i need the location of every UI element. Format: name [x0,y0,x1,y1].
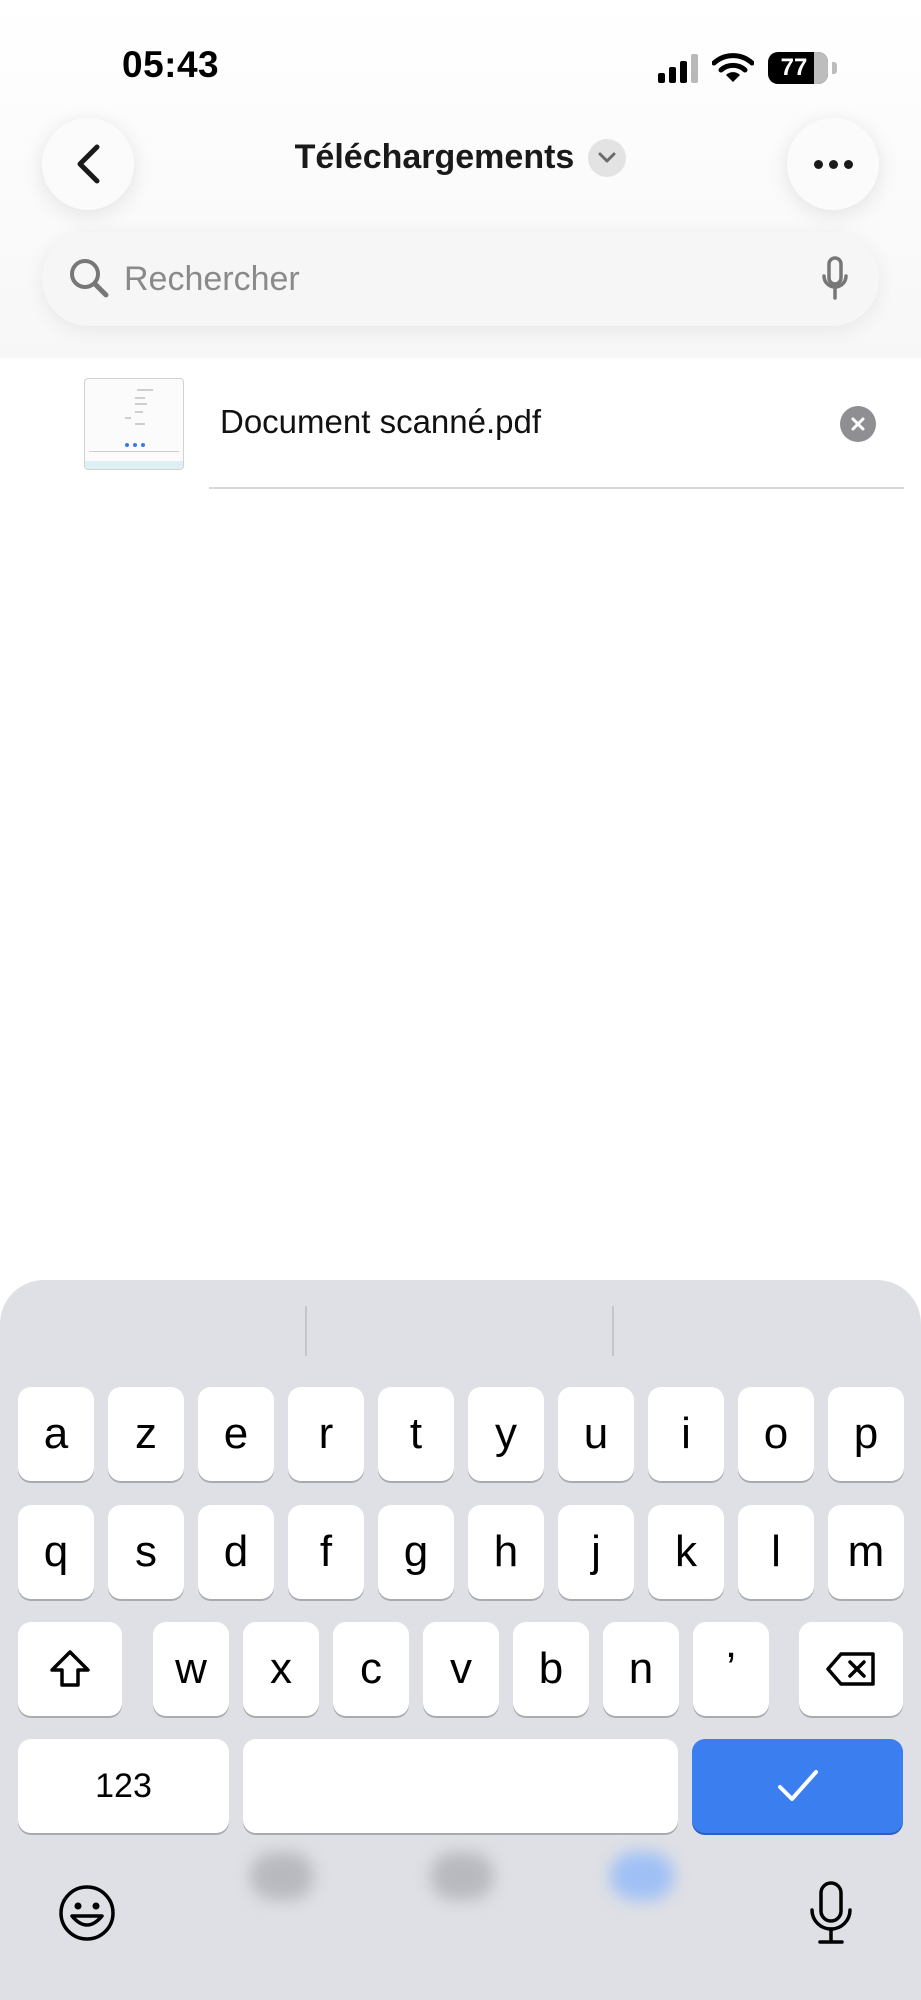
key-i[interactable]: i [648,1387,724,1481]
key-g[interactable]: g [378,1505,454,1599]
clear-text-button[interactable] [840,406,876,442]
battery-tip [832,62,837,74]
blurred-background [250,1852,314,1900]
more-ellipsis-icon [813,159,853,169]
folder-dropdown-button[interactable] [588,138,627,177]
suggestion-divider [305,1306,307,1356]
backspace-key[interactable] [799,1622,903,1716]
pdf-thumbnail [84,378,184,470]
shift-key[interactable] [18,1622,122,1716]
key-l[interactable]: l [738,1505,814,1599]
suggestion-divider [612,1306,614,1356]
chevron-down-icon [598,152,616,162]
search-bar[interactable] [42,232,879,326]
key-x[interactable]: x [243,1622,319,1716]
key-j[interactable]: j [558,1505,634,1599]
status-time: 05:43 [122,44,220,85]
key-e[interactable]: e [198,1387,274,1481]
file-rename-row [0,358,921,489]
key-a[interactable]: a [18,1387,94,1481]
more-options-button[interactable] [787,118,879,210]
battery-icon: 77 [768,52,828,84]
row-divider [209,487,904,489]
key-k[interactable]: k [648,1505,724,1599]
done-button[interactable] [692,1739,903,1833]
key-o[interactable]: o [738,1387,814,1481]
key-t[interactable]: t [378,1387,454,1481]
key-y[interactable]: y [468,1387,544,1481]
key-r[interactable]: r [288,1387,364,1481]
cellular-signal-icon [658,53,698,83]
blurred-background [430,1852,494,1900]
key-c[interactable]: c [333,1622,409,1716]
key-q[interactable]: q [18,1505,94,1599]
key-w[interactable]: w [153,1622,229,1716]
key-m[interactable]: m [828,1505,904,1599]
wifi-icon [712,53,754,82]
backspace-icon [826,1652,875,1686]
key-v[interactable]: v [423,1622,499,1716]
battery-level: 77 [780,54,808,81]
microphone-icon[interactable] [821,256,849,302]
key-p[interactable]: p [828,1387,904,1481]
clear-text-icon [851,417,865,431]
blurred-background [610,1852,674,1900]
key-b[interactable]: b [513,1622,589,1716]
folder-title-menu[interactable]: Téléchargements [0,138,921,177]
file-name-field[interactable] [220,396,820,448]
key-f[interactable]: f [288,1505,364,1599]
dictation-microphone-icon[interactable] [808,1880,854,1948]
key-apostrophe[interactable]: ’ [693,1622,769,1716]
key-n[interactable]: n [603,1622,679,1716]
key-z[interactable]: z [108,1387,184,1481]
checkmark-icon [777,1770,818,1801]
status-indicators: 77 [658,48,837,88]
emoji-icon[interactable] [58,1884,116,1942]
search-icon [70,259,109,298]
top-bar: 05:43 77 Téléchargements [0,0,921,358]
space-key[interactable] [243,1739,678,1833]
numbers-key[interactable]: 123 [18,1739,229,1833]
key-s[interactable]: s [108,1505,184,1599]
key-d[interactable]: d [198,1505,274,1599]
key-u[interactable]: u [558,1387,634,1481]
search-input[interactable] [124,232,824,326]
shift-icon [50,1650,90,1687]
page-title: Téléchargements [294,138,575,176]
key-h[interactable]: h [468,1505,544,1599]
